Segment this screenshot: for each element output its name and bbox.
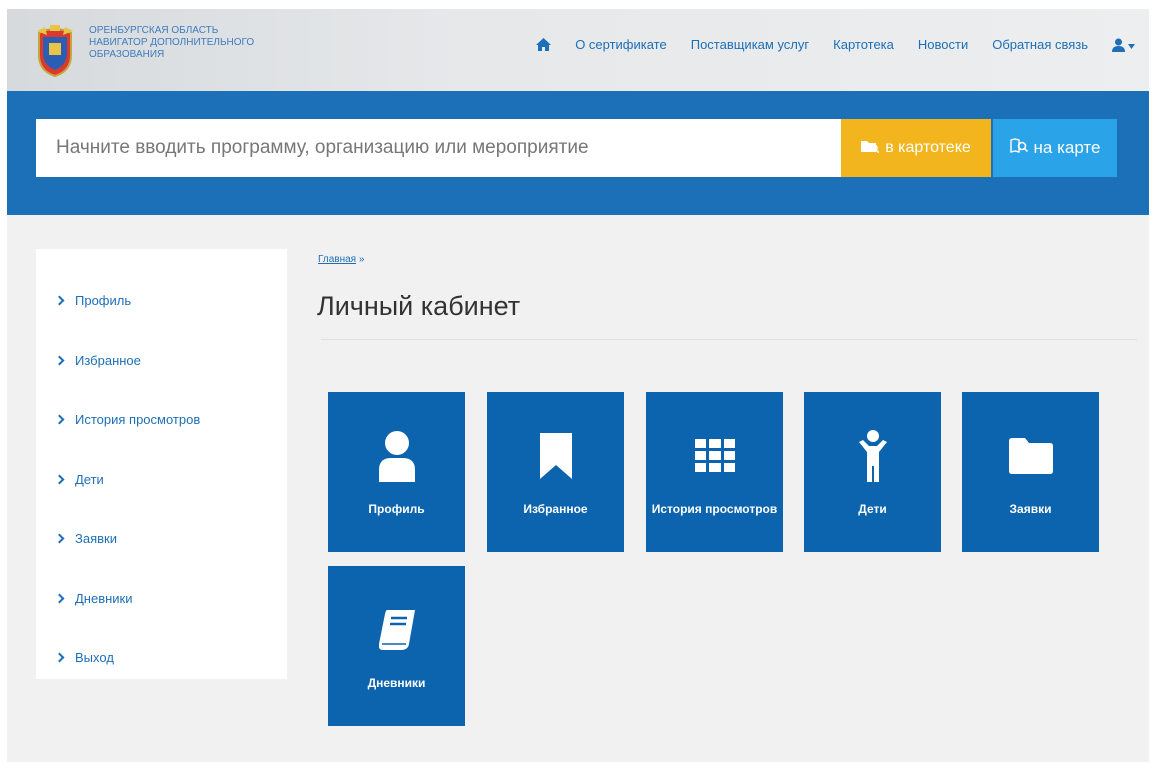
logo-line: НАВИГАТОР ДОПОЛНИТЕЛЬНОГО [89,37,255,48]
tile-label: Заявки [1009,502,1052,516]
tile-favorites[interactable]: Избранное [487,392,624,552]
caret-down-icon [1128,37,1135,52]
catalog-button-label: в картотеке [885,139,971,156]
tile-label: История просмотров [651,502,778,516]
top-header: ОРЕНБУРГСКАЯ ОБЛАСТЬ НАВИГАТОР ДОПОЛНИТЕ… [7,9,1149,91]
book-icon [378,602,415,658]
search-input[interactable] [36,119,841,177]
logo-line: ОБРАЗОВАНИЯ [89,49,165,60]
sidebar-item-label: Заявки [75,531,117,547]
sidebar-item-logout[interactable]: Выход [36,628,287,688]
logo-line: ОРЕНБУРГСКАЯ ОБЛАСТЬ [89,25,219,36]
child-icon [858,428,887,484]
folder-search-icon [861,139,880,158]
sidebar-item-label: Профиль [75,293,132,309]
title-divider [321,339,1137,340]
breadcrumb-separator: » [358,254,365,265]
grid-icon [694,428,735,484]
nav-link-feedback[interactable]: Обратная связь [992,37,1088,52]
tile-applications[interactable]: Заявки [962,392,1099,552]
user-icon [377,428,417,484]
nav-link-catalog[interactable]: Картотека [833,37,894,52]
sidebar-item-label: Дневники [75,590,133,606]
chevron-right-icon [54,652,65,663]
map-button-label: на карте [1033,138,1101,157]
tile-label: Профиль [368,502,425,516]
sidebar-item-applications[interactable]: Заявки [36,509,287,569]
sidebar-item-diaries[interactable]: Дневники [36,569,287,629]
breadcrumb-home-link[interactable]: Главная [318,254,356,265]
page-title: Личный кабинет [317,291,521,321]
sidebar-item-label: Дети [75,471,104,487]
chevron-right-icon [54,295,65,306]
chevron-right-icon [54,355,65,366]
breadcrumb: Главная » [318,254,364,265]
nav-link-news[interactable]: Новости [918,37,968,52]
search-band: в картотеке на карте [7,91,1149,215]
sidebar: Профиль Избранное История просмотров Дет… [36,249,287,679]
sidebar-item-profile[interactable]: Профиль [36,271,287,331]
tile-label: Избранное [523,502,588,516]
main-nav: О сертификате Поставщикам услуг Картотек… [536,37,1135,52]
user-menu[interactable] [1112,37,1135,52]
tile-label: Дневники [367,676,426,690]
tile-profile[interactable]: Профиль [328,392,465,552]
user-icon [1112,38,1125,52]
sidebar-item-children[interactable]: Дети [36,450,287,510]
sidebar-item-label: История просмотров [75,412,201,428]
map-search-icon [1009,137,1028,159]
sidebar-item-favorites[interactable]: Избранное [36,331,287,391]
tile-children[interactable]: Дети [804,392,941,552]
page-frame: ОРЕНБУРГСКАЯ ОБЛАСТЬ НАВИГАТОР ДОПОЛНИТЕ… [7,9,1149,762]
folder-icon [1008,428,1053,484]
home-icon[interactable] [536,38,552,51]
tile-label: Дети [858,502,887,516]
search-on-map-button[interactable]: на карте [993,119,1117,177]
coat-of-arms-logo[interactable] [35,25,75,77]
sidebar-item-label: Избранное [75,352,141,368]
sidebar-item-label: Выход [75,650,114,666]
tile-diaries[interactable]: Дневники [328,566,465,726]
chevron-right-icon [54,593,65,604]
nav-link-certificate[interactable]: О сертификате [575,37,667,52]
nav-link-providers[interactable]: Поставщикам услуг [691,37,809,52]
chevron-right-icon [54,533,65,544]
logo-text[interactable]: ОРЕНБУРГСКАЯ ОБЛАСТЬ НАВИГАТОР ДОПОЛНИТЕ… [89,25,259,61]
tile-history[interactable]: История просмотров [646,392,783,552]
sidebar-item-history[interactable]: История просмотров [36,390,287,450]
search-in-catalog-button[interactable]: в картотеке [841,119,991,177]
chevron-right-icon [54,414,65,425]
chevron-right-icon [54,474,65,485]
bookmark-icon [539,428,572,484]
